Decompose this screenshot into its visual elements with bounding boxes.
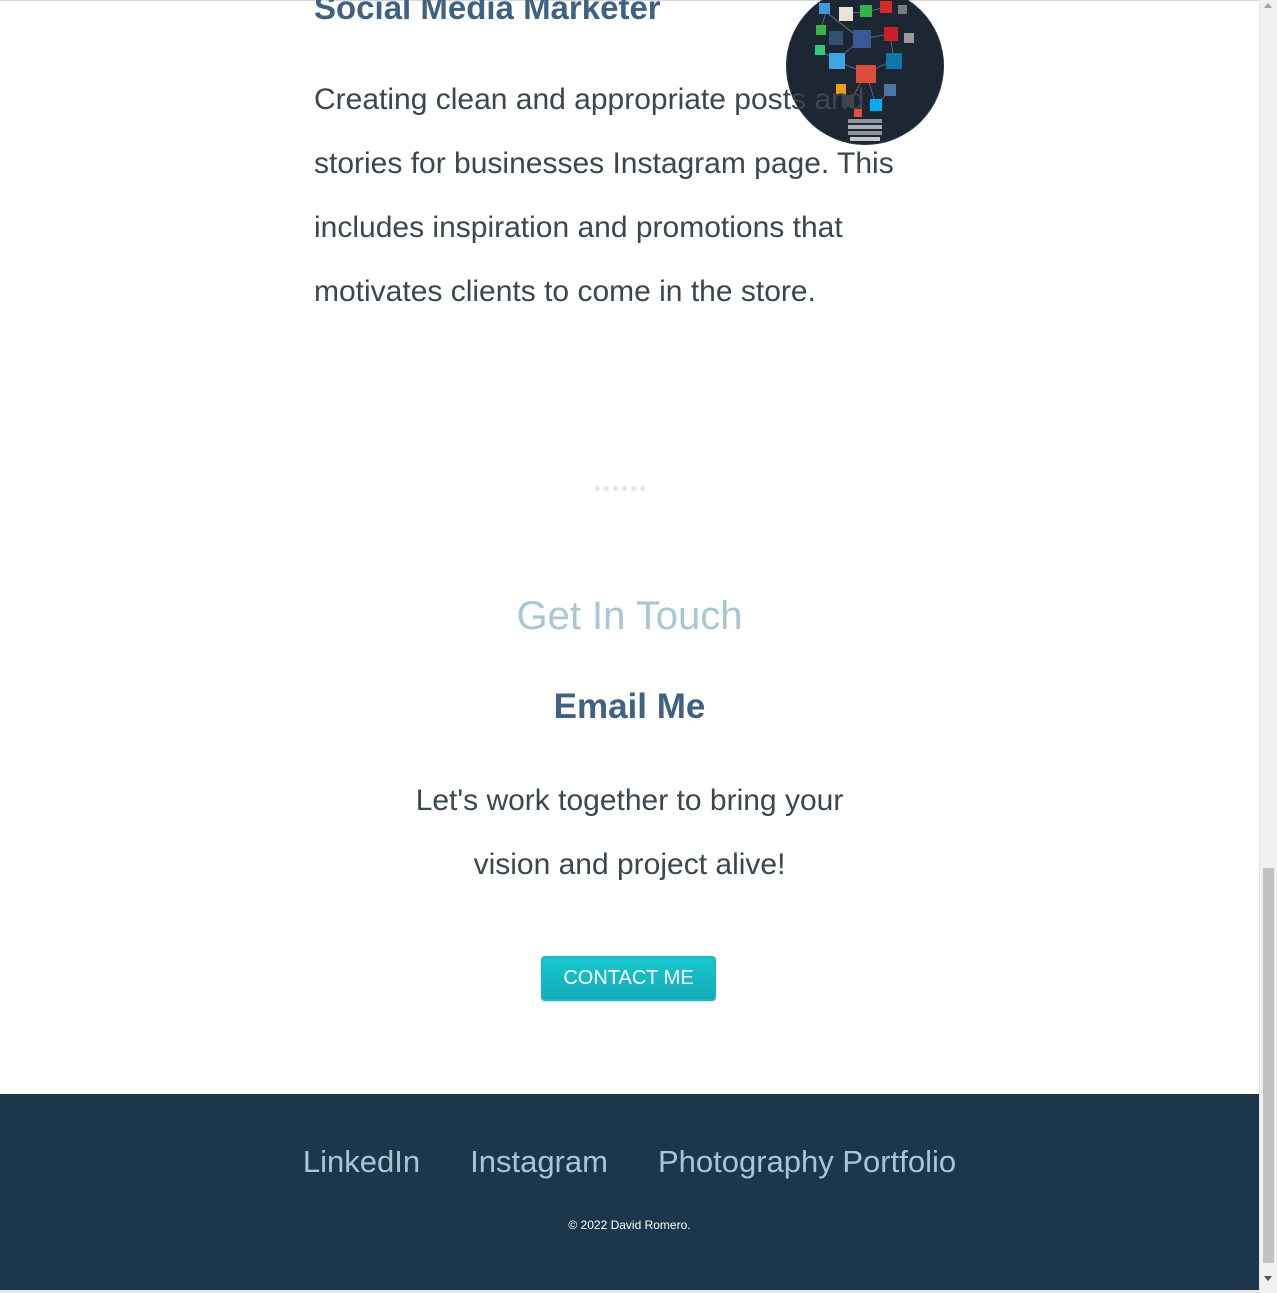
photography-portfolio-link[interactable]: Photography Portfolio — [658, 1143, 956, 1181]
job-title: Social Media Marketer — [314, 0, 661, 26]
page: Social Media Marketer Creating clean and… — [0, 0, 1277, 1293]
footer-links: LinkedIn Instagram Photography Portfolio — [0, 1143, 1259, 1181]
instagram-link[interactable]: Instagram — [470, 1143, 608, 1181]
dots-divider — [595, 486, 665, 494]
job-description: Creating clean and appropriate posts and… — [314, 83, 894, 308]
linkedin-link[interactable]: LinkedIn — [303, 1143, 420, 1181]
scroll-down-arrow-icon[interactable] — [1264, 1276, 1272, 1281]
contact-me-button[interactable]: CONTACT ME — [541, 956, 716, 1001]
email-me-heading: Email Me — [553, 687, 706, 726]
main-content: Social Media Marketer Creating clean and… — [0, 0, 1259, 1094]
get-in-touch-heading: Get In Touch — [516, 594, 743, 638]
copyright: © 2022 David Romero. — [568, 1218, 691, 1232]
footer — [0, 1094, 1259, 1290]
scrollbar-thumb[interactable] — [1263, 868, 1274, 1263]
vertical-scrollbar[interactable] — [1259, 0, 1277, 1293]
contact-text: Let's work together to bring your vision… — [415, 784, 844, 881]
scroll-up-arrow-icon[interactable] — [1264, 3, 1272, 8]
